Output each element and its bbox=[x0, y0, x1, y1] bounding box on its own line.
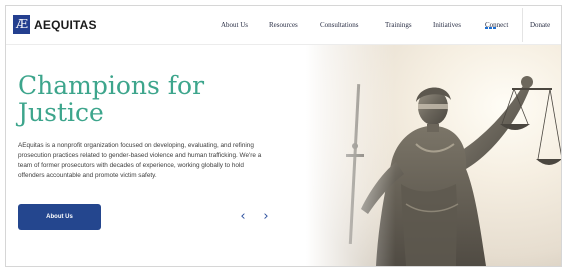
hero-image-lady-justice bbox=[306, 44, 561, 266]
hero-title-line2: Justice bbox=[18, 98, 104, 127]
site-header: Æ AEQUITAS About Us Resources Consultati… bbox=[6, 6, 561, 45]
nav-item-consultations[interactable]: Consultations bbox=[320, 21, 359, 29]
hero-title-line1: Champions for bbox=[18, 71, 205, 100]
nav-item-trainings[interactable]: Trainings bbox=[385, 21, 412, 29]
carousel-prev-arrow-icon[interactable]: ‹ bbox=[236, 209, 250, 225]
logo-mark[interactable]: Æ bbox=[13, 15, 30, 34]
logo-text[interactable]: AEQUITAS bbox=[34, 18, 97, 32]
about-us-button[interactable]: About Us bbox=[18, 204, 101, 230]
nav-item-resources[interactable]: Resources bbox=[269, 21, 298, 29]
hero-description: AEquitas is a nonprofit organization foc… bbox=[18, 142, 262, 179]
nav-divider bbox=[522, 8, 523, 42]
connect-indicator-dots bbox=[485, 16, 499, 29]
carousel-next-arrow-icon[interactable]: › bbox=[259, 209, 273, 225]
nav-item-about-us[interactable]: About Us bbox=[221, 21, 248, 29]
nav-item-initiatives[interactable]: Initiatives bbox=[433, 21, 461, 29]
hero-title: Champions for Justice bbox=[18, 72, 268, 126]
nav-item-connect[interactable]: Connect bbox=[485, 21, 508, 29]
nav-item-donate[interactable]: Donate bbox=[530, 21, 550, 29]
page-frame: Æ AEQUITAS About Us Resources Consultati… bbox=[5, 5, 562, 267]
